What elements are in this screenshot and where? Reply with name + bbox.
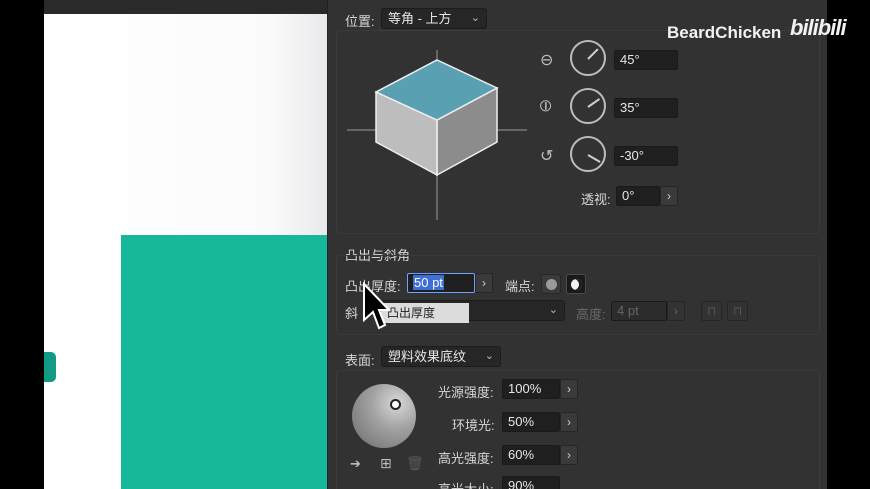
extrude-depth-slider-button[interactable]: › (475, 273, 493, 293)
teal-3d-shape[interactable] (44, 352, 56, 382)
position-label: 位置: (345, 14, 375, 29)
rotate-y-input[interactable]: 35° (614, 98, 678, 118)
extrude-depth-value: 50 pt (413, 275, 444, 290)
light-intensity-input[interactable]: 100% (502, 379, 560, 399)
canvas-top-bar (44, 0, 327, 14)
bevel-height-input[interactable]: 4 pt (611, 301, 667, 321)
extrude-depth-tooltip: 凸出厚度 (381, 303, 469, 323)
extrude-section (336, 255, 820, 335)
perspective-input[interactable]: 0° (616, 186, 660, 206)
perspective-label: 透视: (581, 192, 611, 207)
bevel-extent-out-button[interactable]: ⊓ (727, 301, 748, 321)
rotate-z-dial[interactable] (570, 136, 606, 172)
highlight-intensity-input[interactable]: 60% (502, 445, 560, 465)
ambient-light-label: 环境光: (452, 418, 495, 433)
rotate-x-input[interactable]: 45° (614, 50, 678, 70)
rotate-y-dial[interactable] (570, 88, 606, 124)
cube-preview[interactable] (347, 50, 527, 220)
cap-off-button[interactable] (541, 274, 561, 294)
light-intensity-label: 光源强度: (438, 385, 494, 400)
rotate-z-input[interactable]: -30° (614, 146, 678, 166)
rotate-x-axis-icon: ⊖ (540, 52, 554, 69)
mouse-pointer-icon (363, 282, 390, 330)
dial-needle (587, 98, 601, 108)
light-source-handle[interactable] (390, 399, 401, 410)
bevel-height-slider-button[interactable]: › (667, 301, 685, 321)
perspective-slider-button[interactable]: › (660, 186, 678, 206)
highlight-size-label: 高光大小: (438, 479, 494, 489)
chevron-down-icon: ⌄ (548, 304, 558, 316)
extrude-depth-input[interactable]: 50 pt (407, 273, 475, 293)
ambient-light-input[interactable]: 50% (502, 412, 560, 432)
dial-needle (587, 48, 599, 60)
bevel-label: 斜 (345, 306, 359, 321)
bevel-height-label: 高度: (576, 307, 606, 322)
cap-off-icon (546, 279, 557, 290)
lighting-sphere[interactable] (352, 384, 416, 448)
cap-on-button[interactable] (566, 274, 586, 294)
teal-rectangle-object[interactable] (121, 235, 327, 489)
dial-needle (587, 154, 601, 163)
cap-label: 端点: (505, 279, 535, 294)
left-margin (0, 0, 44, 489)
cap-on-icon (571, 279, 582, 290)
ambient-light-slider-button[interactable]: › (560, 412, 578, 432)
watermark-text: BeardChicken (667, 23, 782, 42)
light-intensity-slider-button[interactable]: › (560, 379, 578, 399)
move-light-back-icon[interactable]: ➔ (350, 456, 361, 472)
new-light-icon[interactable]: ⊞ (380, 455, 392, 472)
highlight-intensity-label: 高光强度: (438, 451, 494, 466)
right-margin (827, 0, 870, 489)
surface-dropdown[interactable]: 塑料效果底纹 ⌄ (381, 346, 501, 367)
surface-dropdown-value: 塑料效果底纹 (388, 349, 467, 364)
delete-light-icon[interactable]: 🗑 (406, 455, 424, 472)
rotate-y-axis-icon: ⦶ (540, 98, 552, 115)
surface-label: 表面: (345, 353, 375, 368)
rotate-x-dial[interactable] (570, 40, 606, 76)
highlight-size-input[interactable]: 90% (502, 476, 560, 489)
rotate-z-axis-icon: ↺ (540, 148, 554, 165)
position-dropdown-value: 等角 - 上方 (388, 11, 452, 26)
chevron-down-icon: ⌄ (484, 350, 494, 362)
bevel-extent-in-button[interactable]: ⊓ (701, 301, 722, 321)
chevron-down-icon: ⌄ (470, 12, 480, 24)
highlight-intensity-slider-button[interactable]: › (560, 445, 578, 465)
position-dropdown[interactable]: 等角 - 上方 ⌄ (381, 8, 487, 29)
bilibili-logo: bilibili (790, 15, 847, 40)
